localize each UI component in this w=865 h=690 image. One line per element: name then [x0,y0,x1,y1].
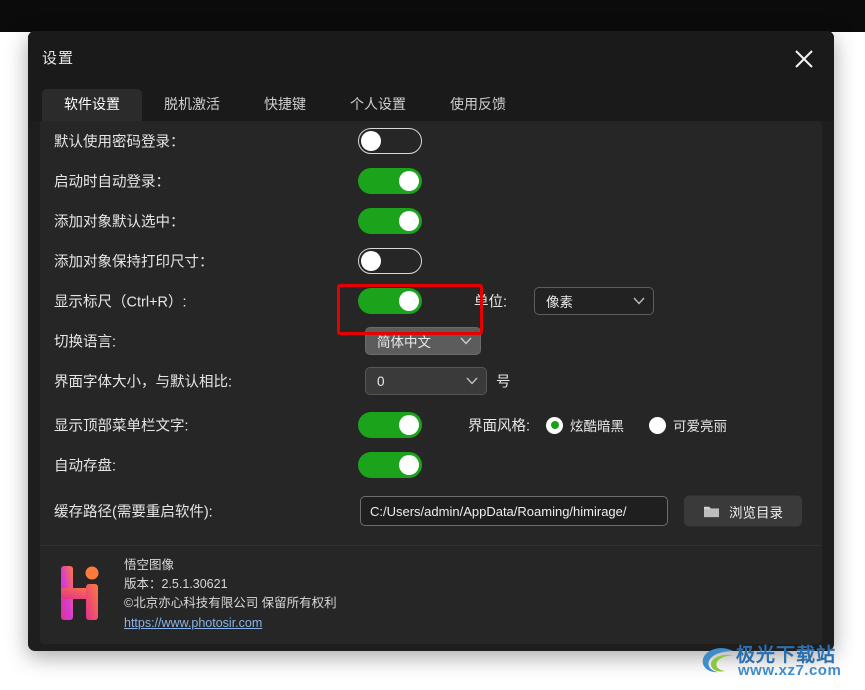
row-show-ruler: 显示标尺（Ctrl+R）: 单位: 像素 [40,281,822,321]
password-login-toggle[interactable] [358,128,422,154]
row-object-default-selected: 添加对象默认选中： [40,201,822,241]
desktop-background-band [0,0,865,32]
dialog-titlebar: 设置 [28,31,834,87]
radio-selected-icon [546,416,563,434]
show-menubar-text-toggle[interactable] [358,412,422,438]
show-ruler-label: 显示标尺（Ctrl+R）: [54,294,187,311]
photosir-logo-icon [61,566,99,620]
row-keep-print-size: 添加对象保持打印尺寸： [40,241,822,281]
radio-label-light: 可爱亮丽 [673,419,727,434]
toggle-knob [399,455,419,475]
website-link[interactable]: https://www.photosir.com [124,616,262,630]
keep-print-size-toggle[interactable] [358,248,422,274]
about-text-block: 悟空图像 版本：2.5.1.30621 ©北京亦心科技有限公司 保留所有权利 h… [124,556,337,633]
folder-icon [704,506,719,517]
toggle-knob [399,171,419,191]
toggle-knob [361,251,381,271]
ui-font-size-value: 0 [377,373,385,389]
object-selected-label: 添加对象默认选中： [54,214,185,231]
toggle-knob [399,211,419,231]
tab-feedback[interactable]: 使用反馈 [428,89,528,121]
app-version: 版本：2.5.1.30621 [124,577,228,591]
tab-software-settings[interactable]: 软件设置 [42,89,142,121]
chevron-down-icon [633,297,645,305]
swoosh-logo-icon [702,648,734,673]
keep-print-size-label: 添加对象保持打印尺寸： [54,254,214,271]
radio-ui-style-light[interactable]: 可爱亮丽 [649,415,727,435]
chevron-down-icon [460,337,472,345]
settings-dialog: 设置 软件设置 脱机激活 快捷键 个人设置 使用反馈 默认使用密码登录： 启动时… [28,31,834,651]
cache-path-input[interactable]: C:/Users/admin/AppData/Roaming/himirage/ [360,496,668,526]
close-button[interactable] [784,39,824,79]
row-auto-save: 自动存盘: [40,445,822,485]
auto-save-toggle[interactable] [358,452,422,478]
app-name: 悟空图像 [124,558,175,572]
tab-shortcuts[interactable]: 快捷键 [242,89,328,121]
tab-bar: 软件设置 脱机激活 快捷键 个人设置 使用反馈 [28,87,834,121]
row-language: 切换语言: 简体中文 [40,321,822,361]
show-ruler-toggle[interactable] [358,288,422,314]
row-cache-path: 缓存路径(需要重启软件): C:/Users/admin/AppData/Roa… [40,489,822,533]
language-dropdown[interactable]: 简体中文 [365,327,481,355]
row-auto-login: 启动时自动登录： [40,161,822,201]
auto-login-label: 启动时自动登录： [54,174,170,191]
unit-dropdown[interactable]: 像素 [534,287,654,315]
ui-font-size-dropdown[interactable]: 0 [365,367,487,395]
watermark: 极光下载站 www.xz7.com [700,640,860,686]
auto-login-toggle[interactable] [358,168,422,194]
chevron-down-icon [466,377,478,385]
browse-directory-label: 浏览目录 [729,505,783,520]
row-ui-font-size: 界面字体大小，与默认相比: 0 号 [40,361,822,401]
app-copyright: ©北京亦心科技有限公司 保留所有权利 [124,596,337,610]
browse-directory-button[interactable]: 浏览目录 [684,495,802,527]
row-password-login: 默认使用密码登录： [40,121,822,161]
language-label: 切换语言: [54,334,117,351]
toggle-knob [399,415,419,435]
password-login-label: 默认使用密码登录： [54,134,185,151]
ui-font-size-suffix: 号 [496,374,511,391]
screen-root: 设置 软件设置 脱机激活 快捷键 个人设置 使用反馈 默认使用密码登录： 启动时… [0,0,865,690]
row-show-menubar-text: 显示顶部菜单栏文字: 界面风格: 炫酷暗黑 可爱亮丽 [40,405,822,445]
radio-label-dark: 炫酷暗黑 [570,419,624,434]
radio-ui-style-dark[interactable]: 炫酷暗黑 [546,415,624,435]
radio-dot [550,421,559,429]
auto-save-label: 自动存盘: [54,458,117,475]
language-dropdown-value: 简体中文 [377,335,431,350]
about-footer: 悟空图像 版本：2.5.1.30621 ©北京亦心科技有限公司 保留所有权利 h… [40,545,822,644]
settings-panel: 默认使用密码登录： 启动时自动登录： 添加对象默认选中： 添加对象保持打印尺寸：… [40,121,822,545]
ui-font-size-label: 界面字体大小，与默认相比: [54,374,233,391]
unit-dropdown-value: 像素 [546,295,573,310]
tab-personal-settings[interactable]: 个人设置 [328,89,428,121]
dialog-title: 设置 [42,50,75,67]
toggle-knob [399,291,419,311]
tab-offline-activation[interactable]: 脱机激活 [142,89,242,121]
radio-unselected-icon [649,416,666,434]
object-selected-toggle[interactable] [358,208,422,234]
cache-path-label: 缓存路径(需要重启软件): [54,504,213,521]
toggle-knob [361,131,381,151]
show-menubar-text-label: 显示顶部菜单栏文字: [54,418,189,435]
watermark-url: www.xz7.com [738,662,842,679]
ui-style-label: 界面风格: [468,418,531,435]
unit-label: 单位: [474,294,508,311]
close-icon [795,50,813,68]
